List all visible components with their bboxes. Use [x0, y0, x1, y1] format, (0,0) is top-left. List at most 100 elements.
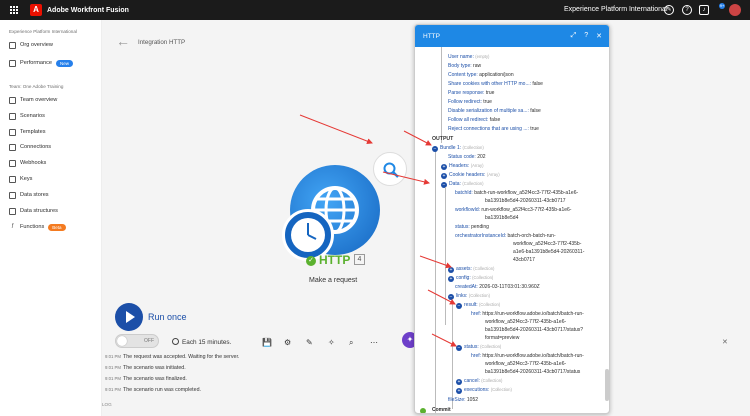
auto-align-icon[interactable]: ✧ [328, 338, 335, 347]
sidebar-item-performance[interactable]: Performance New [9, 58, 74, 68]
bundle-row[interactable]: − Bundle 1: (Collection) [432, 145, 484, 152]
output-row: href: https://run-workflow.adobe.io/batc… [471, 311, 584, 317]
output-row[interactable]: + executions: (Collection) [456, 387, 512, 394]
sidebar: Experience Platform International Org ov… [0, 20, 102, 416]
templates-icon [9, 128, 16, 136]
search-icon [383, 162, 399, 178]
run-once-label[interactable]: Run once [148, 312, 187, 322]
commit-row[interactable]: Commit [432, 407, 451, 413]
scheduling-toggle[interactable]: OFF [115, 334, 159, 348]
input-row: Parse response: true [448, 90, 495, 96]
panel-body: User name: (empty) Body type: raw Conten… [415, 47, 609, 413]
output-row[interactable]: − links: (Collection) [448, 293, 490, 300]
function-icon: ƒ [11, 222, 14, 229]
output-row: createdAt: 2026-03-11T03:01:30.960Z [455, 284, 540, 290]
app-switcher-icon[interactable] [10, 6, 18, 14]
output-row-continuation: ba1391b8e5d4 [485, 215, 519, 221]
expand-toggle-icon: + [441, 164, 447, 170]
output-row-continuation: workflow_a52f4cc3-77f2-435b-a1e6- [485, 361, 567, 367]
feedback-icon[interactable]: ✎ [664, 5, 674, 15]
bundle-inspector-panel: HTTP ⤢ ? ✕ User name: (empty) Body type:… [414, 24, 610, 414]
sidebar-item-data-stores[interactable]: Data stores [9, 190, 49, 200]
sidebar-item-org-overview[interactable]: Org overview [9, 40, 53, 50]
close-log-icon[interactable]: ✕ [722, 338, 728, 346]
settings-gear-icon[interactable]: ⚙ [284, 338, 291, 347]
more-options-icon[interactable]: ⋯ [370, 338, 378, 347]
org-section-label: Experience Platform International [9, 29, 77, 34]
team-icon [9, 96, 16, 104]
app-name: Adobe Workfront Fusion [47, 6, 129, 14]
input-row: Content type: application/json [448, 72, 514, 78]
breadcrumb: Integration HTTP [138, 39, 186, 46]
input-row: Reject connections that are using ...: t… [448, 126, 539, 132]
output-row: workflowId: run-workflow_a52f4cc3-77f2-4… [455, 207, 572, 213]
schedule-setting[interactable]: Each 15 minutes. [172, 338, 231, 346]
output-row[interactable]: − result: (Collection) [456, 302, 500, 309]
expand-toggle-icon: + [448, 276, 454, 282]
collapse-toggle-icon: − [432, 146, 438, 152]
webhooks-icon [9, 159, 16, 167]
module-subtitle: Make a request [309, 277, 358, 284]
sidebar-item-connections[interactable]: Connections [9, 142, 51, 152]
save-icon[interactable]: 💾 [262, 338, 272, 347]
help-icon[interactable]: ? [682, 5, 692, 15]
back-arrow-icon[interactable]: ← [116, 34, 130, 48]
output-row: fileSize: 1052 [448, 397, 479, 403]
output-row-continuation: 43cb0717 [513, 257, 535, 263]
org-switcher[interactable]: Experience Platform International [564, 6, 668, 13]
output-row[interactable]: + assets: (Collection) [448, 266, 494, 273]
output-row-continuation: ba1391b8e5d4-20260311-43cb0717/status [485, 369, 581, 375]
sidebar-item-keys[interactable]: Keys [9, 174, 32, 184]
home-icon [9, 41, 16, 49]
output-label: OUTPUT [432, 136, 454, 142]
clock-face-icon [291, 218, 325, 252]
avatar[interactable] [729, 4, 741, 16]
output-row[interactable]: − status: (Collection) [456, 344, 501, 351]
expand-icon[interactable]: ⤢ [571, 32, 577, 40]
sidebar-item-webhooks[interactable]: Webhooks [9, 158, 46, 168]
team-section-label: Team: One Adobe Training [9, 84, 64, 89]
panel-title: HTTP [423, 32, 440, 40]
expand-toggle-icon: + [441, 173, 447, 179]
inspect-bundle-bubble[interactable] [373, 152, 407, 186]
chart-icon [9, 59, 16, 67]
beta-badge: Beta [48, 223, 66, 231]
output-row: href: https://run-workflow.adobe.io/batc… [471, 353, 584, 359]
new-badge: New [56, 59, 74, 67]
notifications-icon[interactable]: ♪ [699, 5, 709, 15]
connections-icon [9, 143, 16, 151]
module-title: HTTP [319, 253, 351, 267]
output-row[interactable]: + config: (Collection) [448, 275, 493, 282]
output-row[interactable]: + Headers: (Array) [441, 163, 483, 170]
expand-toggle-icon: + [456, 388, 462, 394]
log-row: 9:01 PM The scenario run was completed. [105, 387, 202, 393]
collapse-toggle-icon: − [441, 182, 447, 188]
scenarios-icon [9, 112, 16, 120]
run-once-button[interactable] [115, 303, 143, 331]
output-row-continuation: format=preview [485, 335, 520, 341]
sidebar-item-team-overview[interactable]: Team overview [9, 95, 57, 105]
output-row-continuation: a1e6-ba1391b8e5d4-20260311- [513, 249, 585, 255]
sidebar-item-templates[interactable]: Templates [9, 127, 46, 137]
help-icon[interactable]: ? [584, 32, 588, 40]
notes-icon[interactable]: ✎ [306, 338, 313, 347]
top-bar: A Adobe Workfront Fusion Experience Plat… [0, 0, 750, 20]
output-row[interactable]: + cancel: (Collection) [456, 378, 502, 385]
search-icon[interactable]: ⌕ [349, 338, 353, 348]
database-icon [9, 191, 16, 199]
output-row[interactable]: − Data: (Collection) [441, 181, 484, 188]
sidebar-item-functions[interactable]: ƒ Functions Beta [9, 222, 66, 232]
sidebar-item-data-structures[interactable]: Data structures [9, 206, 58, 216]
collapse-toggle-icon: − [448, 294, 454, 300]
log-row: 9:01 PM The scenario was finalized. [105, 376, 187, 382]
panel-scrollbar[interactable] [605, 369, 609, 401]
log-section-label: LOG [102, 402, 112, 407]
close-icon[interactable]: ✕ [596, 32, 602, 40]
output-row[interactable]: + Cookie headers: (Array) [441, 172, 500, 179]
output-row-continuation: ba1391b8e5d4-20260311-43cb0717/status? [485, 327, 584, 333]
output-row-continuation: workflow_a52f4cc3-77f2-435b-a1e6- [485, 319, 567, 325]
output-row-continuation: workflow_a52f4cc3-77f2-435b- [513, 241, 582, 247]
input-row: Share cookies with other HTTP mo...: fal… [448, 81, 543, 87]
collapse-toggle-icon: − [456, 303, 462, 309]
sidebar-item-scenarios[interactable]: Scenarios [9, 111, 45, 121]
